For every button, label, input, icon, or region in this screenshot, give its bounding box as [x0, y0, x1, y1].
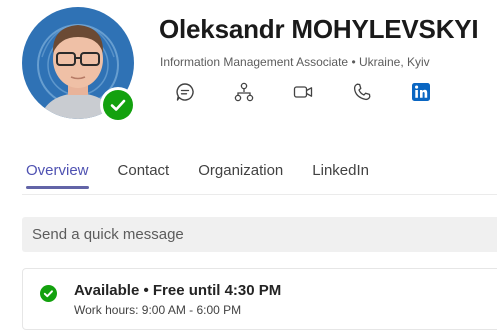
available-check-icon: [40, 285, 57, 302]
availability-status: Available • Free until 4:30 PM: [74, 282, 282, 299]
tab-contact[interactable]: Contact: [118, 162, 170, 189]
tab-label: Overview: [26, 162, 89, 179]
tab-label: Organization: [198, 162, 284, 179]
tab-organization[interactable]: Organization: [198, 162, 283, 189]
profile-name: Oleksandr MOHYLEVSKYI: [159, 14, 479, 44]
tab-bar: Overview Contact Organization LinkedIn: [26, 162, 398, 189]
tab-label: LinkedIn: [312, 162, 369, 179]
phone-button[interactable]: [349, 80, 375, 104]
org-chart-icon: [234, 82, 254, 102]
video-call-icon: [293, 86, 313, 98]
org-chart-button[interactable]: [231, 80, 257, 104]
chat-button[interactable]: [172, 80, 198, 104]
profile-subtitle: Information Management Associate • Ukrai…: [160, 55, 430, 69]
active-tab-indicator: [26, 186, 89, 189]
video-call-button[interactable]: [290, 80, 316, 104]
phone-icon: [353, 83, 371, 101]
tab-divider: [22, 194, 497, 195]
available-status-icon: [103, 90, 133, 120]
tab-label: Contact: [117, 162, 170, 179]
linkedin-icon: [412, 83, 430, 101]
action-bar: [172, 80, 467, 104]
tab-overview[interactable]: Overview: [26, 162, 89, 189]
status-card: Available • Free until 4:30 PM Work hour…: [22, 268, 497, 330]
presence-badge[interactable]: [100, 87, 136, 123]
quick-message-input[interactable]: [22, 217, 497, 252]
tab-linkedin[interactable]: LinkedIn: [312, 162, 369, 189]
linkedin-button[interactable]: [408, 80, 434, 104]
chat-icon: [176, 83, 194, 101]
quick-message-box: [22, 217, 497, 252]
